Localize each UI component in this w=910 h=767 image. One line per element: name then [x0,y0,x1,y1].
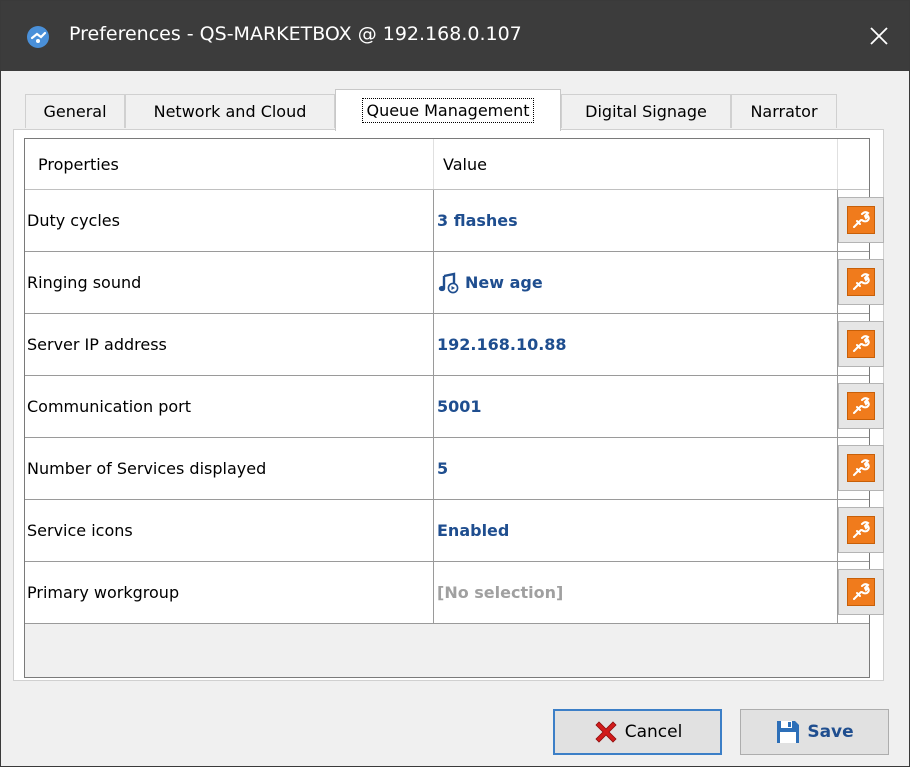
property-name: Service icons [25,500,434,561]
tab-label: Network and Cloud [153,102,307,121]
tab-label: General [43,102,107,121]
property-name: Duty cycles [25,190,434,251]
property-value: Enabled [434,500,838,561]
app-logo-icon [27,26,49,48]
close-button[interactable] [849,1,909,71]
table-row[interactable]: Ringing sound New age [25,252,884,314]
property-value-cell: New age [434,252,838,313]
edit-property-button[interactable] [838,321,884,367]
wrench-icon [853,583,870,600]
wrench-icon [853,459,870,476]
table-row[interactable]: Duty cycles 3 flashes [25,190,884,252]
property-value: [No selection] [434,562,838,623]
floppy-disk-icon [777,721,800,743]
table-row[interactable]: Number of Services displayed 5 [25,438,884,500]
tab-queue-management[interactable]: Queue Management [335,89,561,131]
save-button[interactable]: Save [740,709,889,755]
tab-label: Queue Management [362,98,534,123]
property-name: Number of Services displayed [25,438,434,499]
tab-label: Digital Signage [585,102,707,121]
music-note-icon [438,272,459,293]
close-icon [870,27,888,45]
cancel-label: Cancel [624,722,683,742]
wrench-icon [853,335,870,352]
tab-panel: Properties Value Duty cycles 3 flashes R… [13,129,884,681]
tab-network-and-cloud[interactable]: Network and Cloud [125,94,335,128]
properties-grid: Properties Value Duty cycles 3 flashes R… [24,138,884,678]
property-value: 5 [434,438,838,499]
column-header-properties: Properties [25,139,434,189]
red-x-icon [595,721,617,743]
wrench-icon [853,521,870,538]
edit-property-button[interactable] [838,569,884,615]
table-row[interactable]: Server IP address 192.168.10.88 [25,314,884,376]
tab-label: Narrator [750,102,818,121]
table-row[interactable]: Service icons Enabled [25,500,884,562]
property-value: 192.168.10.88 [434,314,838,375]
wrench-icon [853,211,870,228]
tab-narrator[interactable]: Narrator [731,94,837,128]
save-label: Save [807,722,854,742]
column-header-value: Value [434,139,838,189]
window-title: Preferences - QS-MARKETBOX @ 192.168.0.1… [69,23,522,45]
property-name: Ringing sound [25,252,434,313]
wrench-icon [853,397,870,414]
table-row[interactable]: Communication port 5001 [25,376,884,438]
grid-header: Properties Value [25,139,869,190]
property-name: Server IP address [25,314,434,375]
edit-property-button[interactable] [838,259,884,305]
property-value: 5001 [434,376,838,437]
edit-property-button[interactable] [838,197,884,243]
property-name: Communication port [25,376,434,437]
tab-general[interactable]: General [25,94,125,128]
property-value: 3 flashes [434,190,838,251]
edit-property-button[interactable] [838,445,884,491]
property-name: Primary workgroup [25,562,434,623]
wrench-icon [853,273,870,290]
edit-property-button[interactable] [838,383,884,429]
cancel-button[interactable]: Cancel [553,709,722,755]
table-row[interactable]: Primary workgroup [No selection] [25,562,884,624]
tab-digital-signage[interactable]: Digital Signage [561,94,731,128]
title-bar: Preferences - QS-MARKETBOX @ 192.168.0.1… [1,1,909,71]
preferences-window: Preferences - QS-MARKETBOX @ 192.168.0.1… [0,0,910,767]
edit-property-button[interactable] [838,507,884,553]
property-value: New age [465,273,543,292]
